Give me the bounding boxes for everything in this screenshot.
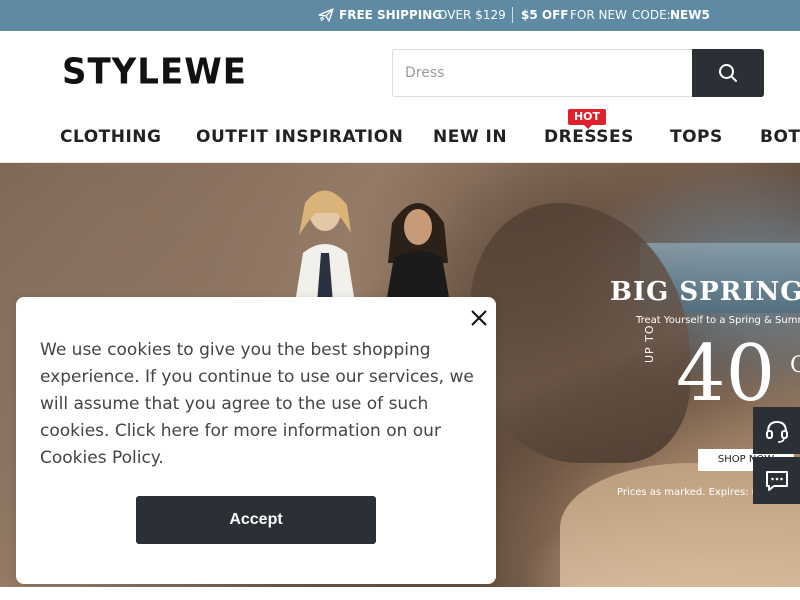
nav-item-outfit-inspiration[interactable]: OUTFIT INSPIRATION — [196, 127, 403, 147]
nav-item-clothing[interactable]: CLOTHING — [60, 127, 161, 147]
hero-right-text: C — [790, 353, 800, 378]
nav-item-tops[interactable]: TOPS — [670, 127, 723, 147]
cookie-message: We use cookies to give you the best shop… — [40, 340, 474, 468]
customer-service-button[interactable] — [753, 407, 800, 454]
search-icon — [719, 64, 737, 82]
promo-divider — [512, 7, 513, 23]
nav-item-dresses[interactable]: DRESSES — [544, 127, 634, 147]
headset-icon — [765, 420, 788, 443]
site-logo[interactable]: STYLEWE — [62, 51, 247, 93]
page-bottom-strip — [0, 587, 800, 600]
hero-percent: 40 — [676, 329, 776, 419]
close-icon[interactable] — [468, 307, 490, 329]
nav-item-new-in[interactable]: NEW IN — [433, 127, 507, 147]
model-figure-right — [386, 203, 450, 303]
hero-subtitle: Treat Yourself to a Spring & Summ — [636, 315, 800, 326]
chat-button[interactable] — [753, 457, 800, 504]
shipping-threshold: OVER $129 — [438, 8, 506, 22]
promo-code: NEW5 — [670, 8, 710, 22]
search-button[interactable] — [692, 49, 764, 97]
main-nav: CLOTHING OUTFIT INSPIRATION NEW IN DRESS… — [0, 116, 800, 162]
for-new-text: FOR NEW — [570, 8, 627, 22]
hero-fine-print: Prices as marked. Expires: 0 — [617, 487, 759, 498]
airplane-icon — [318, 8, 334, 22]
nav-item-bottoms[interactable]: BOTT — [760, 127, 800, 147]
code-label: CODE: — [632, 8, 671, 22]
discount-text: $5 OFF — [521, 8, 569, 22]
model-figure-left — [295, 190, 355, 303]
chat-icon — [765, 470, 788, 491]
hero-rock — [470, 203, 690, 463]
promo-bar: FREE SHIPPING OVER $129 $5 OFF FOR NEW C… — [0, 0, 800, 31]
hot-badge: HOT — [568, 109, 606, 129]
hero-title: BIG SPRING — [610, 277, 800, 307]
accept-button[interactable]: Accept — [136, 496, 376, 544]
free-shipping-text: FREE SHIPPING — [339, 8, 443, 22]
search-input[interactable] — [392, 49, 692, 97]
cookie-dialog: We use cookies to give you the best shop… — [16, 297, 496, 584]
hero-up-to: UP TO — [643, 324, 656, 363]
